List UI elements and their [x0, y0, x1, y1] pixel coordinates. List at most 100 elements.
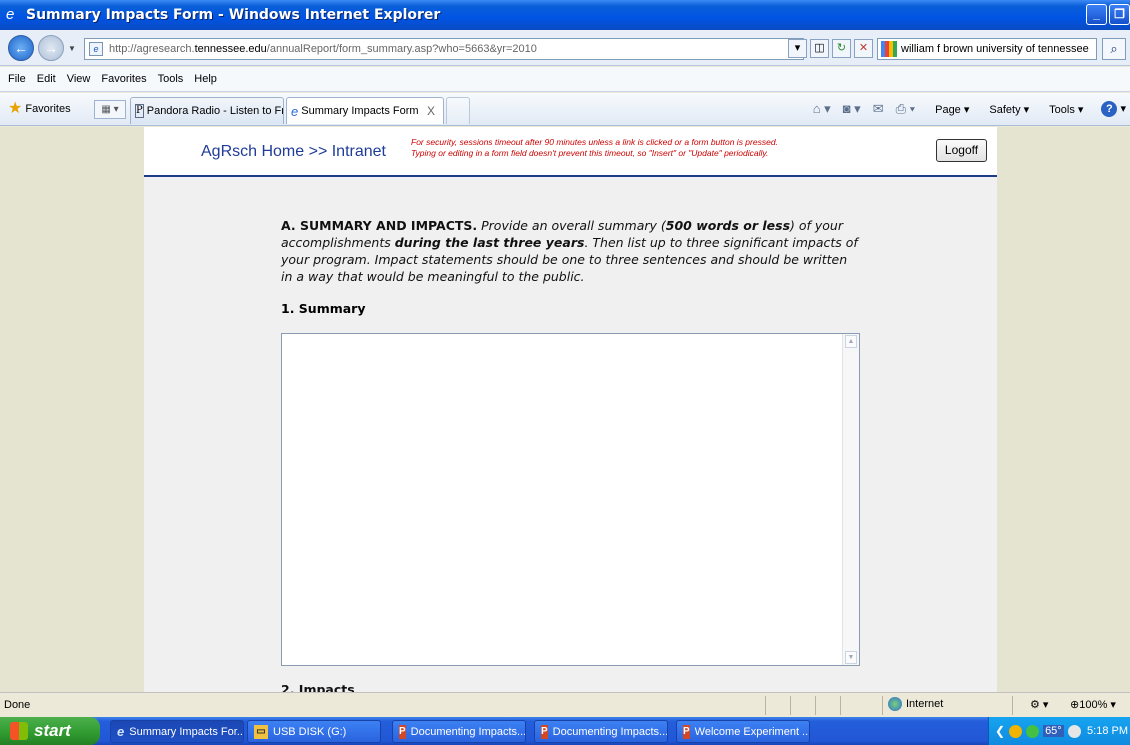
tray-app-icon[interactable] — [1009, 724, 1023, 738]
menu-favorites[interactable]: Favorites — [97, 73, 153, 85]
back-button[interactable]: ← — [8, 35, 34, 61]
start-button[interactable]: start — [0, 717, 100, 745]
summary-heading: 1. Summary — [281, 301, 366, 316]
section-instructions: A. SUMMARY AND IMPACTS. Provide an overa… — [281, 217, 861, 285]
zoom-value: 100% — [1079, 699, 1108, 711]
stop-icon[interactable]: ✕ — [854, 39, 873, 58]
windows-logo-icon — [10, 722, 28, 740]
tray-network-icon[interactable] — [1026, 724, 1040, 738]
home-icon[interactable]: ⌂ ▾ — [813, 101, 831, 117]
command-bar: ⌂ ▾ ◙ ▾ ✉ ⎙ ▾ Page ▾ Safety ▾ Tools ▾ ? … — [801, 101, 1126, 117]
zone-label: Internet — [906, 698, 944, 710]
compatibility-view-icon[interactable]: ◫ — [810, 39, 829, 58]
feeds-icon[interactable]: ◙ ▾ — [843, 101, 861, 117]
weather-icon[interactable]: 65° — [1043, 725, 1064, 737]
summary-textarea[interactable]: ▲ ▼ — [281, 333, 860, 666]
section-text-1: Provide an overall summary ( — [477, 218, 666, 233]
address-row: ← → ▼ e http://agresearch. tennessee.edu /… — [0, 30, 1130, 66]
section-lead: A. SUMMARY AND IMPACTS. — [281, 218, 478, 233]
powerpoint-icon: P — [399, 724, 406, 739]
powerpoint-icon: P — [683, 724, 690, 739]
protected-mode-icon[interactable]: ⚙ ▾ — [1030, 698, 1048, 711]
page-menu[interactable]: Page ▾ — [925, 103, 969, 116]
forward-button[interactable]: → — [38, 35, 64, 61]
status-divider — [815, 696, 816, 715]
safety-menu[interactable]: Safety ▾ — [979, 103, 1029, 116]
title-bar: e Summary Impacts Form - Windows Interne… — [0, 0, 1130, 30]
maximize-button[interactable]: ❐ — [1109, 4, 1130, 25]
search-input[interactable]: william f brown university of tennessee — [877, 38, 1097, 60]
tab-label: Summary Impacts Form — [301, 105, 419, 117]
ie-page-icon: e — [291, 103, 299, 119]
tab-pandora[interactable]: P Pandora Radio - Listen to Fre... — [130, 97, 284, 124]
security-notice-line1: For security, sessions timeout after 90 … — [411, 137, 778, 147]
logoff-button[interactable]: Logoff — [936, 139, 987, 162]
status-divider — [840, 696, 841, 715]
minimize-button[interactable]: _ — [1086, 4, 1107, 25]
help-menu[interactable]: ? ▾ — [1091, 101, 1126, 117]
tab-row: ★ Favorites ▦ ▾ P Pandora Radio - Listen… — [0, 93, 1130, 126]
tab-label: Pandora Radio - Listen to Fre... — [146, 105, 283, 117]
taskbar-item-label: Welcome Experiment ... — [694, 725, 810, 738]
textarea-scrollbar[interactable]: ▲ ▼ — [842, 334, 859, 665]
home-intranet-link[interactable]: AgRsch Home >> Intranet — [201, 143, 386, 161]
refresh-icon[interactable]: ↻ — [832, 39, 851, 58]
status-divider — [765, 696, 766, 715]
taskbar-item[interactable]: P Welcome Experiment ... — [676, 720, 810, 743]
zoom-control[interactable]: ⊕100% ▾ — [1070, 698, 1116, 711]
taskbar: start e Summary Impacts For... ▭ USB DIS… — [0, 717, 1130, 745]
security-notice-line2: Typing or editing in a form field doesn'… — [411, 148, 769, 158]
tools-menu[interactable]: Tools ▾ — [1039, 103, 1083, 116]
powerpoint-icon: P — [541, 724, 548, 739]
page-body: AgRsch Home >> Intranet For security, se… — [144, 127, 997, 692]
tools-menu-label: Tools — [1049, 103, 1075, 116]
menu-view[interactable]: View — [63, 73, 98, 85]
menu-help[interactable]: Help — [190, 73, 224, 85]
taskbar-item-label: Summary Impacts For... — [129, 725, 244, 738]
taskbar-item[interactable]: e Summary Impacts For... — [110, 720, 244, 743]
taskbar-item[interactable]: ▭ USB DISK (G:) — [247, 720, 381, 743]
close-tab-icon[interactable]: X — [427, 104, 435, 118]
usb-drive-icon: ▭ — [254, 724, 268, 739]
taskbar-item-label: Documenting Impacts... — [410, 725, 526, 738]
security-zone[interactable]: Internet — [888, 697, 943, 711]
recent-pages-dropdown[interactable]: ▼ — [68, 44, 76, 53]
search-icon[interactable]: ⌕ — [1102, 38, 1126, 60]
page-icon: e — [89, 42, 103, 56]
search-value: william f brown university of tennessee — [901, 43, 1089, 55]
scroll-up-icon[interactable]: ▲ — [845, 335, 857, 348]
print-icon[interactable]: ⎙ ▾ — [896, 101, 915, 117]
google-icon — [881, 41, 897, 57]
taskbar-item[interactable]: P Documenting Impacts... — [392, 720, 526, 743]
url-prefix: http://agresearch. — [109, 43, 195, 55]
status-divider — [1012, 696, 1013, 715]
globe-icon — [888, 697, 902, 711]
show-hidden-icons[interactable]: ❮ — [995, 724, 1005, 738]
tab-summary-impacts[interactable]: e Summary Impacts Form X — [286, 97, 444, 124]
taskbar-item[interactable]: P Documenting Impacts... — [534, 720, 668, 743]
menu-tools[interactable]: Tools — [154, 73, 191, 85]
browser-viewport[interactable]: AgRsch Home >> Intranet For security, se… — [0, 127, 1130, 692]
new-tab-button[interactable] — [446, 97, 470, 124]
quick-tabs-icon[interactable]: ▦ ▾ — [94, 100, 126, 119]
start-label: start — [34, 721, 71, 740]
menu-edit[interactable]: Edit — [33, 73, 63, 85]
security-notice: For security, sessions timeout after 90 … — [411, 137, 911, 159]
menu-bar: File Edit View Favorites Tools Help — [0, 67, 1130, 92]
clock[interactable]: 5:18 PM — [1087, 725, 1130, 737]
tray-volume-icon[interactable] — [1067, 724, 1081, 738]
menu-file[interactable]: File — [4, 73, 33, 85]
pandora-icon: P — [135, 104, 144, 118]
temperature-value: 65° — [1045, 725, 1062, 737]
status-divider — [790, 696, 791, 715]
ie-logo-icon: e — [6, 6, 15, 23]
favorites-label: Favorites — [25, 103, 71, 115]
favorites-button[interactable]: ★ Favorites — [8, 101, 71, 117]
taskbar-item-label: Documenting Impacts... — [552, 725, 668, 738]
address-bar[interactable]: e http://agresearch. tennessee.edu/annual… — [84, 38, 804, 60]
mail-icon[interactable]: ✉ — [873, 101, 884, 117]
scroll-down-icon[interactable]: ▼ — [845, 651, 857, 664]
address-dropdown-button[interactable]: ▾ — [788, 39, 807, 58]
page-header: AgRsch Home >> Intranet For security, se… — [144, 127, 997, 177]
system-tray: ❮ 65° 5:18 PM — [988, 717, 1130, 745]
